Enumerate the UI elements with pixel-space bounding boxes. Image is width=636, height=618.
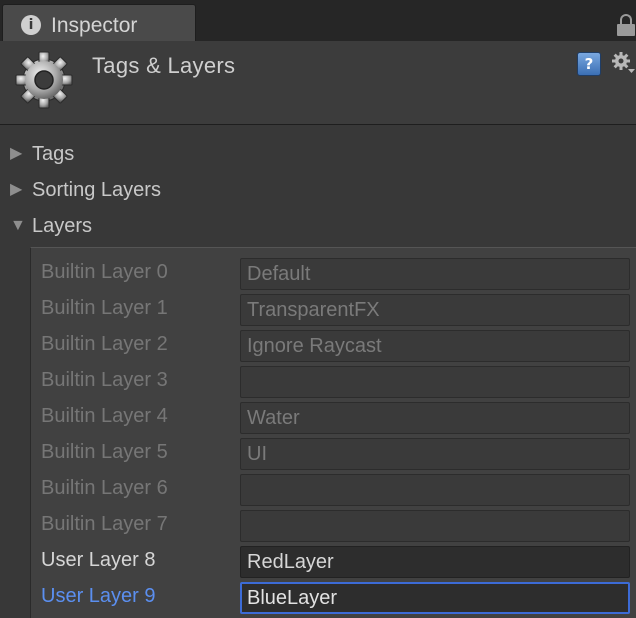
layer-row: Builtin Layer 4 Water (31, 398, 636, 434)
layers-panel: Builtin Layer 0 Default Builtin Layer 1 … (30, 247, 636, 618)
foldout-sorting-layers[interactable]: ▶ Sorting Layers (10, 175, 161, 205)
layer-name-field (240, 366, 630, 398)
expand-arrow-icon: ▶ (10, 181, 23, 198)
layer-row: Builtin Layer 3 (31, 362, 636, 398)
expand-arrow-icon: ▶ (10, 145, 23, 162)
layer-row: User Layer 8 RedLayer (31, 542, 636, 578)
layer-name-field: Water (240, 402, 630, 434)
collapse-arrow-icon: ▼ (10, 217, 26, 234)
layer-row: Builtin Layer 5 UI (31, 434, 636, 470)
tab-inspector[interactable]: i Inspector (2, 4, 196, 42)
layer-label: Builtin Layer 6 (41, 477, 168, 499)
layer-label: Builtin Layer 1 (41, 297, 168, 319)
foldout-label: Tags (32, 143, 75, 165)
lock-icon[interactable] (617, 14, 635, 36)
layer-name-field (240, 510, 630, 542)
layer-label: Builtin Layer 3 (41, 369, 168, 391)
layer-row: User Layer 9 BlueLayer (31, 578, 636, 614)
header-title: Tags & Layers (92, 53, 236, 78)
tab-label: Inspector (51, 14, 138, 37)
layer-name-field (240, 474, 630, 506)
inspector-window: i Inspector Tags & Layers ? ▶ Tags ▶ Sor… (0, 0, 636, 618)
help-book-icon[interactable]: ? (577, 52, 601, 76)
layer-row: Builtin Layer 7 (31, 506, 636, 542)
info-icon: i (21, 15, 41, 35)
foldout-tags[interactable]: ▶ Tags (10, 139, 74, 169)
gear-icon (15, 51, 73, 109)
layer-label: Builtin Layer 4 (41, 405, 168, 427)
layer-label: Builtin Layer 7 (41, 513, 168, 535)
layer-label: Builtin Layer 2 (41, 333, 168, 355)
layer-row: Builtin Layer 0 Default (31, 254, 636, 290)
inspector-header: Tags & Layers ? (0, 41, 636, 125)
settings-cog-icon[interactable] (611, 50, 636, 76)
tab-strip: i Inspector (0, 0, 636, 42)
layer-name-field: Default (240, 258, 630, 290)
foldout-label: Sorting Layers (32, 179, 161, 201)
layer-name-field[interactable]: RedLayer (240, 546, 630, 578)
layer-label: User Layer 8 (41, 549, 156, 571)
layer-label: User Layer 9 (41, 585, 156, 607)
layer-name-field: UI (240, 438, 630, 470)
layer-label: Builtin Layer 0 (41, 261, 168, 283)
layer-name-field: Ignore Raycast (240, 330, 630, 362)
layer-label: Builtin Layer 5 (41, 441, 168, 463)
foldout-layers[interactable]: ▼ Layers (10, 211, 92, 241)
layer-name-field-focused[interactable]: BlueLayer (240, 582, 630, 614)
layer-row: Builtin Layer 6 (31, 470, 636, 506)
foldout-label: Layers (32, 215, 93, 237)
layer-name-field: TransparentFX (240, 294, 630, 326)
layer-row: Builtin Layer 1 TransparentFX (31, 290, 636, 326)
layer-row: Builtin Layer 2 Ignore Raycast (31, 326, 636, 362)
